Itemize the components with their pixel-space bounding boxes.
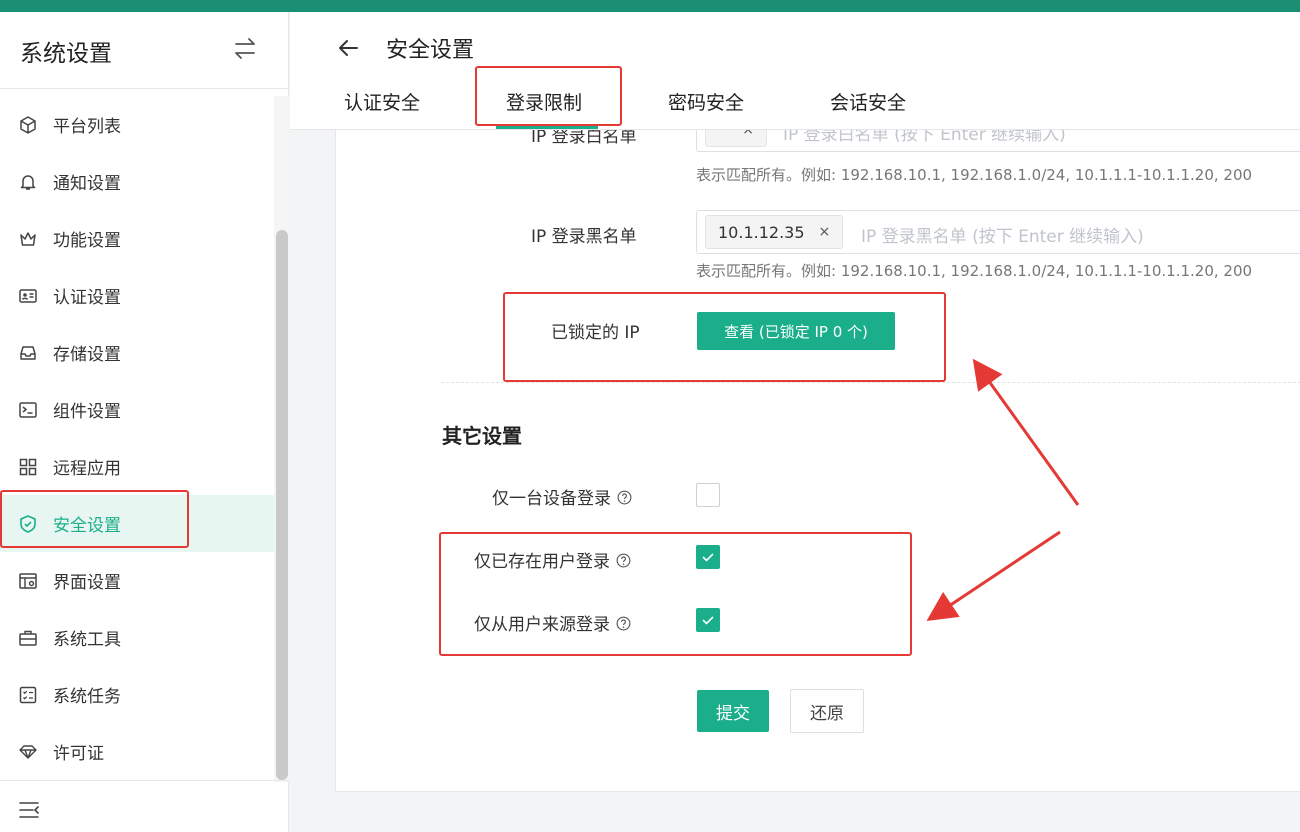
cube-icon (18, 115, 38, 135)
sidebar-item-security[interactable]: 安全设置 (0, 495, 274, 552)
sidebar-item-label: 通知设置 (53, 174, 121, 194)
tag-close-icon[interactable]: × (742, 130, 754, 138)
sidebar-item-interface[interactable]: 界面设置 (0, 552, 274, 609)
sidebar-item-label: 功能设置 (53, 231, 121, 251)
sidebar-title: 系统设置 (20, 41, 112, 67)
sidebar: 系统设置 平台列表 通知设置 功能设置 认证设置 存储设置 组件设置 远程应用 … (0, 12, 289, 832)
sidebar-item-platform-list[interactable]: 平台列表 (0, 96, 274, 153)
diamond-icon (18, 742, 38, 762)
reset-button[interactable]: 还原 (790, 689, 864, 733)
sidebar-item-label: 认证设置 (53, 288, 121, 308)
layout-gear-icon (18, 571, 38, 591)
whitelist-placeholder: IP 登录白名单 (按下 Enter 继续输入) (783, 130, 1066, 145)
sidebar-item-auth[interactable]: 认证设置 (0, 267, 274, 324)
sidebar-item-label: 界面设置 (53, 573, 121, 593)
toolbox-icon (18, 628, 38, 648)
swap-arrows-icon[interactable] (232, 36, 258, 62)
blacklist-placeholder: IP 登录黑名单 (按下 Enter 继续输入) (861, 227, 1144, 247)
user-source-login-checkbox[interactable] (696, 608, 720, 632)
back-arrow-icon[interactable] (336, 36, 360, 60)
sidebar-item-label: 存储设置 (53, 345, 121, 365)
sidebar-item-storage[interactable]: 存储设置 (0, 324, 274, 381)
bell-icon (18, 172, 38, 192)
terminal-icon (18, 400, 38, 420)
blacklist-hint: 表示匹配所有。例如: 192.168.10.1, 192.168.1.0/24,… (696, 262, 1253, 280)
sidebar-item-label: 远程应用 (53, 459, 121, 479)
sidebar-item-label: 系统任务 (53, 687, 121, 707)
whitelist-hint: 表示匹配所有。例如: 192.168.10.1, 192.168.1.0/24,… (696, 166, 1253, 184)
sidebar-item-label: 平台列表 (53, 117, 121, 137)
sidebar-item-label: 安全设置 (53, 516, 121, 536)
blacklist-label: IP 登录黑名单 (531, 227, 637, 247)
sidebar-item-label: 系统工具 (53, 630, 121, 650)
tag-close-icon[interactable]: × (819, 224, 831, 240)
single-device-login-label: 仅一台设备登录 (492, 484, 632, 509)
sidebar-item-components[interactable]: 组件设置 (0, 381, 274, 438)
existing-user-login-label: 仅已存在用户登录 (474, 547, 631, 572)
sidebar-item-label: 许可证 (53, 744, 104, 764)
help-question-icon[interactable] (616, 616, 631, 631)
view-locked-ip-button[interactable]: 查看 (已锁定 IP 0 个) (697, 312, 895, 350)
sidebar-item-tasks[interactable]: 系统任务 (0, 666, 274, 723)
blacklist-input[interactable]: 10.1.12.35 × IP 登录黑名单 (按下 Enter 继续输入) (696, 210, 1300, 254)
menu-collapse-icon[interactable] (18, 800, 40, 820)
locked-ip-label: 已锁定的 IP (551, 323, 640, 343)
sidebar-item-license[interactable]: 许可证 (0, 723, 274, 780)
tab-login-restriction[interactable]: 登录限制 (506, 88, 582, 115)
sidebar-item-tools[interactable]: 系统工具 (0, 609, 274, 666)
section-divider (441, 382, 1300, 383)
existing-user-login-checkbox[interactable] (696, 545, 720, 569)
active-tab-indicator (496, 126, 598, 129)
blacklist-tag-text: 10.1.12.35 (718, 222, 805, 242)
help-question-icon[interactable] (616, 553, 631, 568)
sidebar-item-features[interactable]: 功能设置 (0, 210, 274, 267)
apps-grid-icon (18, 457, 38, 477)
blacklist-tag: 10.1.12.35 × (705, 215, 844, 249)
tab-session-security[interactable]: 会话安全 (830, 88, 906, 115)
whitelist-label: IP 登录白名单 (531, 130, 637, 147)
checkmark-icon (702, 553, 714, 562)
sidebar-scrollbar[interactable] (276, 230, 288, 780)
id-card-icon (18, 286, 38, 306)
page-header: 安全设置 认证安全 登录限制 密码安全 会话安全 (290, 12, 1300, 130)
whitelist-input[interactable]: × IP 登录白名单 (按下 Enter 继续输入) (696, 130, 1300, 152)
settings-form-panel: IP 登录白名单 × IP 登录白名单 (按下 Enter 继续输入) 表示匹配… (335, 130, 1300, 792)
sidebar-bottom-divider (0, 780, 289, 781)
page-title: 安全设置 (386, 38, 475, 63)
sidebar-menu: 平台列表 通知设置 功能设置 认证设置 存储设置 组件设置 远程应用 安全设置 (0, 96, 274, 780)
other-settings-title: 其它设置 (442, 424, 522, 448)
sidebar-item-label: 组件设置 (53, 402, 121, 422)
tab-password-security[interactable]: 密码安全 (668, 88, 744, 115)
submit-button[interactable]: 提交 (697, 690, 769, 732)
user-source-login-label: 仅从用户来源登录 (474, 610, 631, 635)
crown-icon (18, 229, 38, 249)
tab-auth-security[interactable]: 认证安全 (344, 88, 420, 115)
whitelist-tag: × (705, 130, 767, 147)
sidebar-divider (0, 88, 289, 89)
shield-check-icon (18, 514, 38, 534)
task-list-icon (18, 685, 38, 705)
checkmark-icon (702, 616, 714, 625)
inbox-icon (18, 343, 38, 363)
whitelist-row-clip: IP 登录白名单 × IP 登录白名单 (按下 Enter 继续输入) (336, 130, 1300, 152)
single-device-login-checkbox[interactable] (696, 483, 720, 507)
help-question-icon[interactable] (617, 490, 632, 505)
top-app-bar (0, 0, 1300, 12)
sidebar-item-remote-apps[interactable]: 远程应用 (0, 438, 274, 495)
sidebar-item-notification[interactable]: 通知设置 (0, 153, 274, 210)
